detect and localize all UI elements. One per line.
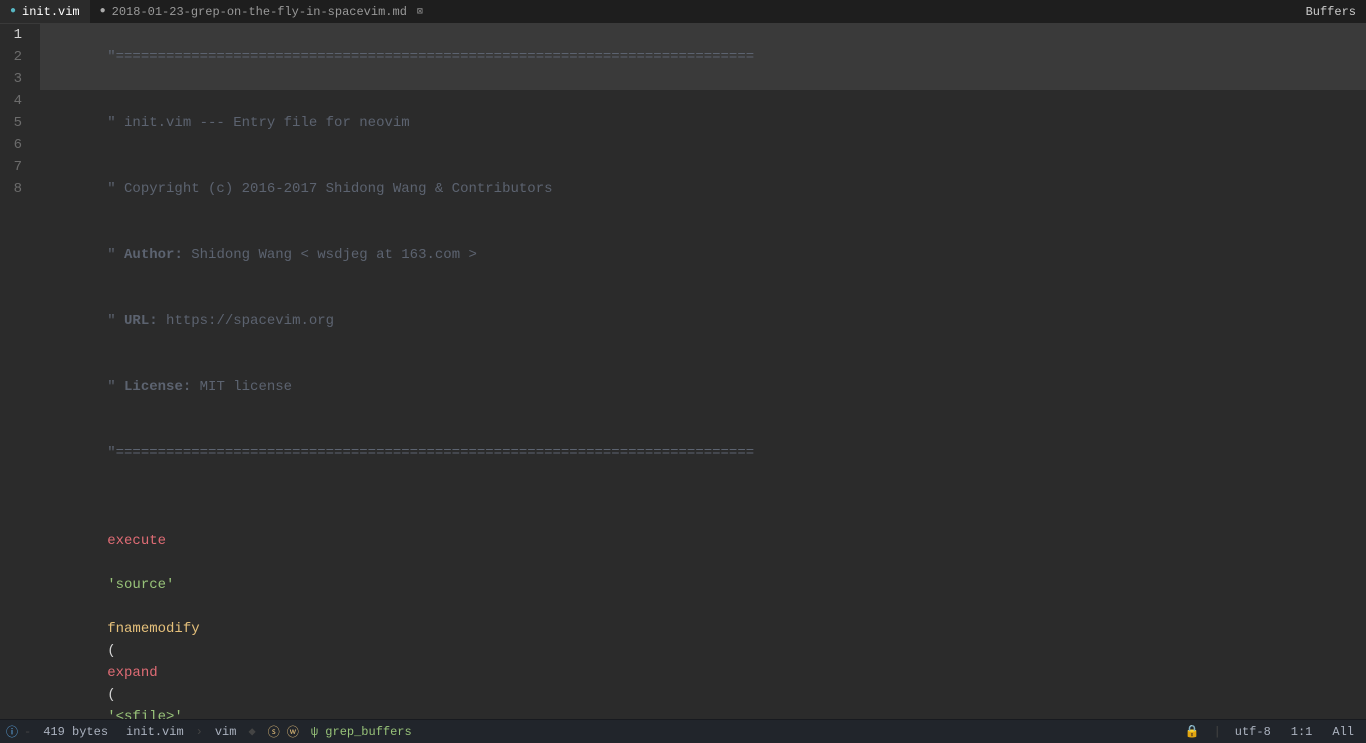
line2-content: " init.vim --- Entry file for neovim [107,115,409,131]
execute-source-string: 'source' [107,577,174,593]
info-icon: ⓘ [6,723,18,740]
file-size: 419 bytes [37,725,114,739]
code-line-1: "=======================================… [40,24,1366,90]
position: 1:1 [1285,725,1319,739]
execute-keyword: execute [107,533,166,549]
execute-fnamemodify: fnamemodify [107,621,199,637]
execute-sfile-string: '<sfile>' [107,709,183,719]
scroll-percent: All [1326,725,1360,739]
line1-content: "=======================================… [107,49,754,65]
code-line-5: " URL: https://spacevim.org [40,288,1366,354]
code-line-7: "=======================================… [40,420,1366,486]
tab-init-vim[interactable]: ● init.vim [0,0,90,23]
code-line-6: " License: MIT license [40,354,1366,420]
status-sep-branch: ◆ [248,724,255,739]
line-num-3: 3 [8,68,22,90]
execute-expand: expand [107,665,157,681]
tab-grep-md[interactable]: ● 2018-01-23-grep-on-the-fly-in-spacevim… [90,0,433,23]
code-line-3: " Copyright (c) 2016-2017 Shidong Wang &… [40,156,1366,222]
line-numbers: 1 2 3 4 5 6 7 8 [0,24,30,719]
line6-license-value: MIT license [191,379,292,395]
line-num-6: 6 [8,134,22,156]
line7-content: "=======================================… [107,445,754,461]
vim-file-icon: ● [10,6,16,17]
line6-license-label: License: [124,379,191,395]
execute-space1 [107,555,115,571]
line3-content: " Copyright (c) 2016-2017 Shidong Wang &… [107,181,552,197]
execute-paren2: ( [107,687,115,703]
line5-url-value: https://spacevim.org [158,313,334,329]
line-num-1: 1 [8,24,22,46]
line4-author-value: Shidong Wang < wsdjeg at 163.com > [183,247,477,263]
editor: 1 2 3 4 5 6 7 8 "=======================… [0,24,1366,719]
plugin-name: ψ grep_buffers [311,725,412,739]
line-num-8: 8 [8,178,22,200]
pipe1: | [1214,725,1221,739]
status-right-section: 🔒 | utf-8 1:1 All [1179,724,1360,739]
execute-space2 [107,599,115,615]
line-num-2: 2 [8,46,22,68]
status-filename: init.vim [120,725,190,739]
line4-author-label: Author: [124,247,183,263]
code-line-4: " Author: Shidong Wang < wsdjeg at 163.c… [40,222,1366,288]
tabbar: ● init.vim ● 2018-01-23-grep-on-the-fly-… [0,0,1366,24]
dash1: - [24,725,31,739]
line4-quote: " [107,247,124,263]
statusbar: ⓘ - 419 bytes init.vim › vim ◆ ⓢ ⓦ ψ gre… [0,719,1366,743]
line6-quote: " [107,379,124,395]
lock-icon: 🔒 [1179,724,1206,739]
buffers-label[interactable]: Buffers [1306,5,1366,19]
encoding: utf-8 [1229,725,1277,739]
code-line-2: " init.vim --- Entry file for neovim [40,90,1366,156]
git-branch: ⓢ ⓦ [262,723,305,740]
code-line-8 [40,486,1366,508]
status-vim-mode: vim [209,725,243,739]
code-area[interactable]: "=======================================… [30,24,1366,719]
line-num-4: 4 [8,90,22,112]
line-num-7: 7 [8,156,22,178]
tab-init-vim-label: init.vim [22,5,80,19]
execute-paren1: ( [107,643,115,659]
tab-close-icon[interactable]: ⊠ [417,6,423,18]
code-line-execute: execute 'source' fnamemodify ( expand ( … [40,508,1366,719]
tab-grep-md-label: 2018-01-23-grep-on-the-fly-in-spacevim.m… [112,5,407,19]
status-sep-mode: › [196,725,203,739]
editor-content: 1 2 3 4 5 6 7 8 "=======================… [0,24,1366,719]
line5-url-label: URL: [124,313,158,329]
line5-quote: " [107,313,124,329]
md-file-icon: ● [100,6,106,17]
line-num-5: 5 [8,112,22,134]
